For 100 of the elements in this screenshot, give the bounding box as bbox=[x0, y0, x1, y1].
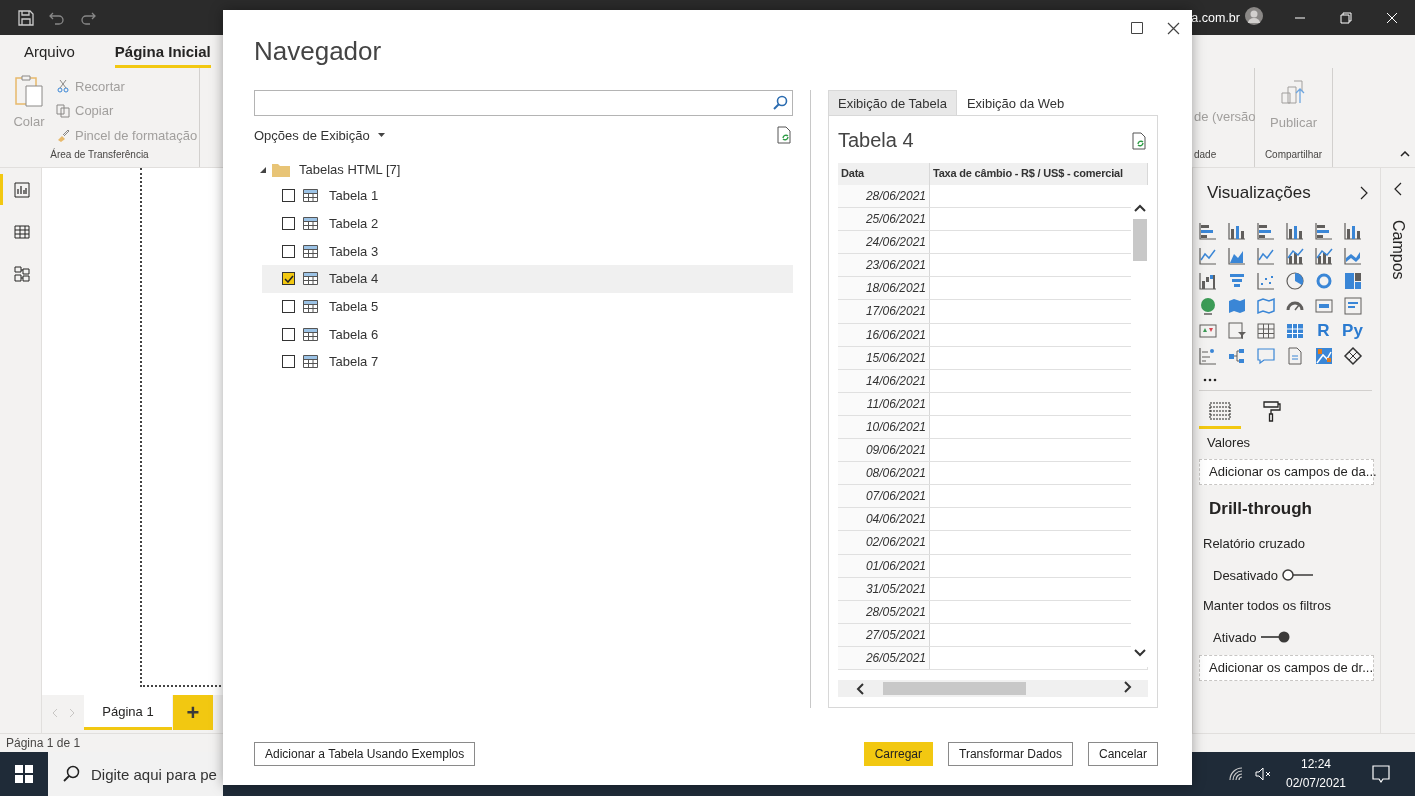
table-icon bbox=[303, 327, 318, 341]
search-icon[interactable] bbox=[772, 95, 788, 111]
checkbox[interactable] bbox=[282, 327, 295, 341]
folder-icon bbox=[272, 162, 290, 177]
checkbox[interactable] bbox=[282, 217, 295, 230]
model-view-icon bbox=[14, 265, 30, 282]
toggle-switch[interactable] bbox=[1282, 569, 1315, 581]
save-icon[interactable] bbox=[17, 8, 35, 27]
table-cell: 28/05/2021 bbox=[838, 600, 930, 623]
data-view-icon bbox=[14, 223, 30, 240]
copy-icon bbox=[56, 103, 70, 118]
stacked-bar-chart-icon[interactable] bbox=[1197, 220, 1218, 241]
checkbox[interactable] bbox=[282, 299, 295, 313]
ribbon-chart-icon[interactable] bbox=[1342, 245, 1363, 266]
volume-muted-icon[interactable] bbox=[1255, 767, 1273, 781]
refresh-icon[interactable] bbox=[1132, 131, 1148, 150]
windows-logo-icon bbox=[15, 765, 33, 783]
chevron-right-icon[interactable] bbox=[1360, 186, 1368, 200]
drop-field-well[interactable]: Adicionar os campos de da... bbox=[1199, 459, 1374, 485]
bar-chart-icon[interactable] bbox=[1313, 220, 1334, 241]
visual-icon[interactable]: Py bbox=[1342, 320, 1363, 341]
tree-item[interactable]: Tabela 5 bbox=[262, 292, 793, 321]
ribbon-tab[interactable]: Arquivo bbox=[24, 43, 75, 68]
notification-icon[interactable] bbox=[1371, 764, 1391, 784]
collapse-caret-icon[interactable] bbox=[1400, 151, 1410, 157]
dialog-button[interactable]: Transformar Dados bbox=[948, 742, 1073, 766]
clock-date: 02/07/2021 bbox=[1285, 775, 1347, 792]
tree-chart-icon[interactable] bbox=[1197, 345, 1218, 366]
paint-roller-icon bbox=[1262, 399, 1282, 422]
table-icon[interactable] bbox=[1255, 320, 1276, 341]
search-field[interactable] bbox=[254, 90, 793, 116]
clustered-bar-chart-icon[interactable] bbox=[1255, 220, 1276, 241]
table-cell: 18/06/2021 bbox=[838, 277, 930, 300]
avatar-icon[interactable] bbox=[1245, 6, 1263, 25]
list-card-icon[interactable] bbox=[1342, 295, 1363, 316]
tree-item[interactable]: Tabela 7 bbox=[262, 347, 793, 376]
horizontal-scrollbar[interactable] bbox=[838, 680, 1148, 697]
table-cell: 08/06/2021 bbox=[838, 462, 930, 485]
maximize-button[interactable] bbox=[1128, 19, 1146, 37]
pane-title[interactable]: Campos bbox=[1389, 220, 1407, 280]
table-cell: 26/05/2021 bbox=[838, 646, 930, 669]
chevron-left-icon[interactable] bbox=[856, 682, 864, 695]
tree-item[interactable]: Tabela 4 bbox=[262, 264, 793, 293]
tree-item[interactable]: Tabelas HTML [7] bbox=[299, 162, 401, 177]
more-icon[interactable] bbox=[1203, 378, 1217, 382]
stacked-column-chart-icon[interactable] bbox=[1226, 220, 1247, 241]
treemap-icon[interactable] bbox=[1342, 270, 1363, 291]
checkbox[interactable] bbox=[282, 272, 295, 286]
wifi-icon[interactable] bbox=[1229, 767, 1245, 781]
drop-field-well[interactable]: Adicionar os campos de dr... bbox=[1199, 655, 1374, 681]
tree-item[interactable]: Tabela 1 bbox=[262, 182, 793, 210]
map-icon[interactable] bbox=[1255, 295, 1276, 316]
slicer-icon[interactable] bbox=[1226, 320, 1247, 341]
combo-chart-icon[interactable] bbox=[1313, 245, 1334, 266]
clustered-column-chart-icon[interactable] bbox=[1284, 220, 1305, 241]
clock[interactable]: 12:24 02/07/2021 bbox=[1283, 755, 1349, 793]
taskbar-search-field[interactable]: Digite aqui para pe bbox=[88, 752, 223, 796]
visual-icon[interactable]: R bbox=[1317, 320, 1330, 341]
line-chart-icon[interactable] bbox=[1197, 245, 1218, 266]
report-view-icon bbox=[14, 181, 30, 198]
tree-item[interactable]: Tabela 3 bbox=[262, 237, 793, 265]
section-title: Drill-through bbox=[1208, 498, 1313, 520]
close-icon bbox=[1386, 11, 1398, 24]
checkbox[interactable] bbox=[282, 244, 295, 258]
toggle-label: Desativado bbox=[1213, 567, 1279, 583]
tree-item[interactable]: Tabela 6 bbox=[262, 320, 793, 348]
scroll-thumb[interactable] bbox=[883, 682, 1026, 695]
diamond-icon[interactable] bbox=[1342, 345, 1363, 366]
tree-item[interactable]: Tabela 2 bbox=[262, 209, 793, 238]
chevron-left-icon[interactable] bbox=[1394, 182, 1402, 196]
view-tab[interactable]: Exibição da Web bbox=[956, 90, 1075, 115]
page-tab[interactable]: Página 1 bbox=[84, 695, 172, 730]
scroll-thumb[interactable] bbox=[1132, 219, 1147, 261]
refresh-icon[interactable] bbox=[777, 126, 793, 144]
column-chart-icon[interactable] bbox=[1342, 220, 1363, 241]
dialog-title: Navegador bbox=[254, 35, 382, 68]
expanded-triangle-icon[interactable] bbox=[259, 165, 267, 174]
table-icon bbox=[303, 299, 318, 313]
add-table-button[interactable]: Adicionar a Tabela Usando Exemplos bbox=[254, 742, 476, 766]
display-options-dropdown[interactable]: Opções de Exibição bbox=[254, 127, 385, 143]
pie-chart-icon[interactable] bbox=[1284, 270, 1305, 291]
checkbox[interactable] bbox=[282, 189, 295, 203]
clipboard-icon bbox=[14, 74, 44, 108]
dialog-button[interactable]: Cancelar bbox=[1087, 742, 1158, 766]
combo-chart-icon[interactable] bbox=[1284, 245, 1305, 266]
scatter-chart-icon[interactable] bbox=[1255, 270, 1276, 291]
map-icon[interactable] bbox=[1313, 345, 1334, 366]
view-tab[interactable]: Exibição de Tabela bbox=[828, 90, 957, 115]
line-chart-icon[interactable] bbox=[1255, 245, 1276, 266]
chevron-right-icon[interactable] bbox=[1124, 681, 1132, 693]
table-cell: 16/06/2021 bbox=[838, 323, 930, 346]
checkbox[interactable] bbox=[282, 355, 295, 369]
area-chart-icon[interactable] bbox=[1226, 245, 1247, 266]
waterfall-chart-icon[interactable] bbox=[1197, 270, 1218, 291]
add-page-button[interactable]: + bbox=[173, 695, 213, 730]
load-button[interactable]: Carregar bbox=[863, 742, 934, 766]
chevron-down-icon[interactable] bbox=[1133, 649, 1146, 657]
table-cell: 28/06/2021 bbox=[838, 185, 930, 208]
status-text: Página 1 de 1 bbox=[6, 736, 81, 750]
chevron-up-icon[interactable] bbox=[1133, 204, 1146, 212]
